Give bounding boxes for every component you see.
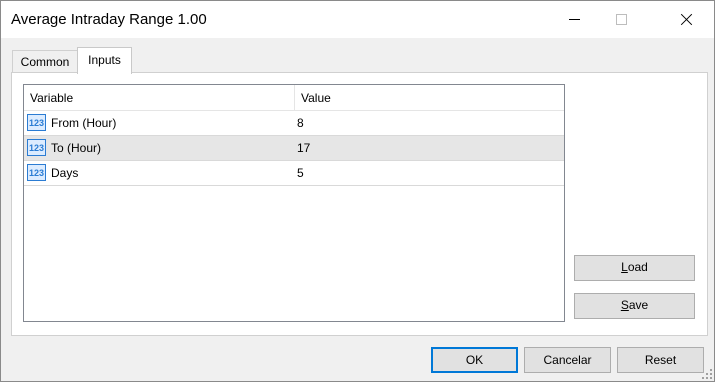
inputs-table: Variable Value 123 From (Hour) 8 123 To …	[23, 84, 565, 322]
value-cell[interactable]: 5	[297, 161, 547, 185]
load-mnemonic: L	[621, 260, 628, 274]
inputs-panel: Variable Value 123 From (Hour) 8 123 To …	[11, 72, 708, 336]
value-cell[interactable]: 8	[297, 111, 547, 135]
variable-cell: To (Hour)	[51, 141, 102, 155]
minimize-button[interactable]	[552, 1, 598, 38]
ok-button[interactable]: OK	[431, 347, 518, 373]
window-title: Average Intraday Range 1.00	[11, 11, 207, 28]
integer-123-icon: 123	[27, 114, 46, 131]
integer-123-icon: 123	[27, 164, 46, 181]
table-header: Variable Value	[24, 85, 564, 111]
save-button[interactable]: Save	[574, 293, 695, 319]
variable-cell: From (Hour)	[51, 116, 117, 130]
integer-123-icon: 123	[27, 139, 46, 156]
load-label: oad	[627, 260, 648, 274]
value-cell[interactable]: 17	[297, 136, 547, 160]
svg-text:123: 123	[29, 118, 44, 128]
table-row[interactable]: 123 To (Hour) 17	[24, 136, 564, 161]
table-row[interactable]: 123 From (Hour) 8	[24, 111, 564, 136]
tab-inputs[interactable]: Inputs	[77, 47, 132, 74]
table-row[interactable]: 123 Days 5	[24, 161, 564, 186]
maximize-button	[598, 1, 644, 38]
tab-common[interactable]: Common	[12, 50, 78, 73]
column-header-value[interactable]: Value	[295, 85, 563, 110]
title-bar: Average Intraday Range 1.00	[1, 1, 714, 38]
save-mnemonic: S	[620, 298, 629, 312]
svg-text:123: 123	[29, 168, 44, 178]
save-label: ave	[628, 298, 649, 312]
close-button[interactable]	[658, 1, 704, 38]
dialog-window: Average Intraday Range 1.00 Common Input…	[0, 0, 715, 382]
load-button[interactable]: Load	[574, 255, 695, 281]
cancel-button[interactable]: Cancelar	[524, 347, 611, 373]
variable-cell: Days	[51, 166, 79, 180]
column-header-variable[interactable]: Variable	[24, 85, 295, 110]
resize-grip-icon[interactable]	[702, 369, 712, 379]
reset-button[interactable]: Reset	[617, 347, 704, 373]
svg-text:123: 123	[29, 143, 44, 153]
